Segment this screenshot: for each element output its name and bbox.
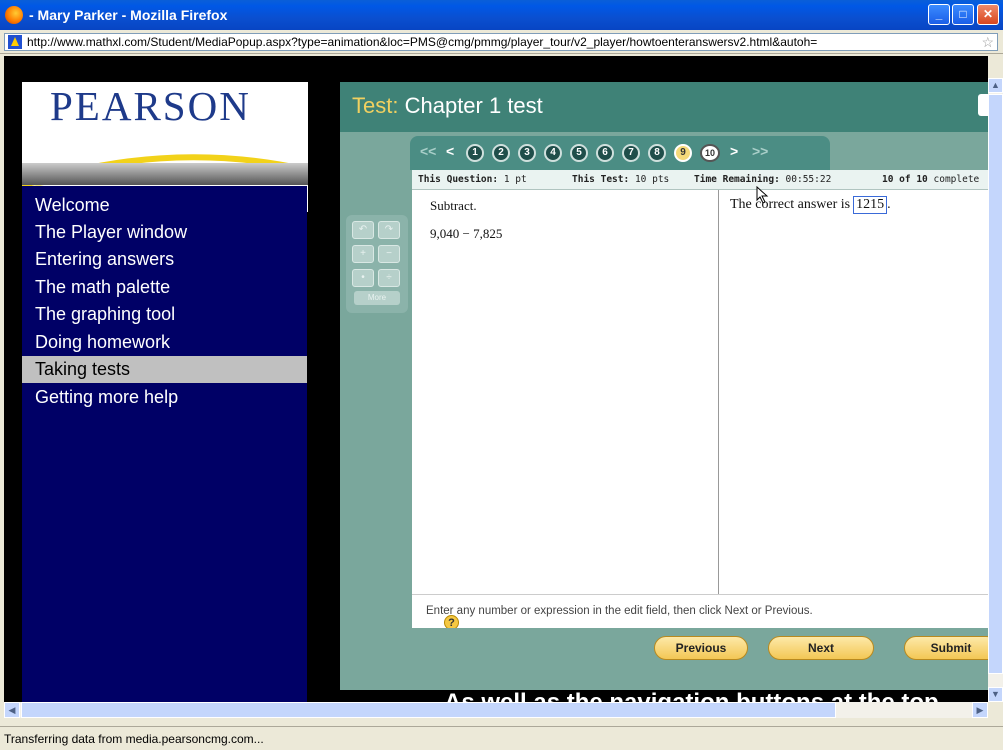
horizontal-scroll-thumb[interactable]	[21, 702, 836, 718]
question-nav: << < 1 2 3 4 5 6 7 8 9 10 > >>	[410, 136, 830, 170]
minimize-button[interactable]: _	[928, 4, 950, 25]
status-text: Transferring data from media.pearsoncmg.…	[4, 732, 264, 746]
close-button[interactable]: ✕	[977, 4, 999, 25]
dot-button[interactable]: •	[352, 269, 374, 287]
sidebar-item-taking-tests[interactable]: Taking tests	[22, 356, 307, 383]
question-5-button[interactable]: 5	[570, 144, 588, 162]
redo-icon[interactable]: ↷	[378, 221, 400, 239]
bookmark-star-icon[interactable]: ☆	[981, 34, 994, 51]
sidebar-menu: Welcome The Player window Entering answe…	[22, 186, 307, 702]
sidebar-item-doing-homework[interactable]: Doing homework	[22, 329, 307, 356]
time-remaining-label: Time Remaining:	[694, 174, 780, 185]
hint-text: Enter any number or expression in the ed…	[426, 605, 813, 617]
question-divider	[718, 190, 719, 594]
question-points: 1 pt	[503, 174, 527, 185]
answer-text: The correct answer is 1215.	[730, 196, 891, 214]
address-bar: http://www.mathxl.com/Student/MediaPopup…	[0, 30, 1003, 54]
sidebar-item-player-window[interactable]: The Player window	[22, 219, 307, 246]
question-7-button[interactable]: 7	[622, 144, 640, 162]
site-favicon-icon	[8, 35, 22, 49]
minus-button[interactable]: −	[378, 245, 400, 263]
question-2-button[interactable]: 2	[492, 144, 510, 162]
plus-button[interactable]: +	[352, 245, 374, 263]
test-points: 10 pts	[634, 174, 670, 185]
sidebar-item-math-palette[interactable]: The math palette	[22, 274, 307, 301]
scroll-down-icon[interactable]: ▼	[988, 687, 1003, 702]
hint-bar: Enter any number or expression in the ed…	[412, 594, 988, 630]
test-info-bar: This Question: 1 pt This Test: 10 pts Ti…	[412, 170, 988, 190]
url-field[interactable]: http://www.mathxl.com/Student/MediaPopup…	[4, 33, 998, 51]
status-bar: Transferring data from media.pearsoncmg.…	[0, 726, 1003, 750]
scroll-right-icon[interactable]: ▶	[972, 702, 988, 718]
progress-count: 10 of 10	[882, 174, 928, 185]
question-1-button[interactable]: 1	[466, 144, 484, 162]
horizontal-scrollbar[interactable]: ◀ ▶	[4, 702, 988, 718]
question-9-button[interactable]: 9	[674, 144, 692, 162]
question-instruction: Subtract.	[430, 198, 477, 213]
sidebar-item-welcome[interactable]: Welcome	[22, 192, 307, 219]
logo-text: PEARSON	[50, 83, 251, 129]
url-text[interactable]: http://www.mathxl.com/Student/MediaPopup…	[27, 35, 967, 49]
answer-suffix: .	[887, 197, 891, 212]
question-8-button[interactable]: 8	[648, 144, 666, 162]
page-content: PEARSON Welcome The Player window Enteri…	[4, 56, 988, 702]
maximize-button[interactable]: □	[952, 4, 974, 25]
previous-button[interactable]: Previous	[654, 636, 748, 660]
test-points-label: This Test:	[572, 174, 630, 185]
corner-button[interactable]	[978, 94, 988, 116]
scroll-up-icon[interactable]: ▲	[988, 78, 1003, 93]
question-points-label: This Question:	[418, 174, 499, 185]
page-title: Test: Chapter 1 test	[352, 93, 543, 119]
action-buttons: Previous Next Submit	[412, 628, 988, 676]
time-remaining: 00:55:22	[785, 174, 832, 185]
progress-label: complete	[933, 174, 980, 185]
prev-question-button[interactable]: <	[446, 143, 454, 159]
math-palette: ↶ ↷ + − • ÷ More	[346, 215, 408, 313]
vertical-scroll-thumb[interactable]	[988, 94, 1003, 674]
next-question-button[interactable]: >	[730, 143, 738, 159]
answer-prefix: The correct answer is	[730, 197, 851, 212]
question-3-button[interactable]: 3	[518, 144, 536, 162]
vertical-scrollbar[interactable]: ▲ ▼	[988, 78, 1003, 702]
first-question-button[interactable]: <<	[420, 143, 436, 159]
test-label: Test:	[352, 93, 399, 118]
firefox-icon	[5, 6, 23, 24]
mouse-cursor-icon	[756, 186, 769, 204]
window-title: - Mary Parker - Mozilla Firefox	[29, 7, 228, 23]
question-area: This Question: 1 pt This Test: 10 pts Ti…	[412, 170, 988, 676]
next-button[interactable]: Next	[768, 636, 874, 660]
divide-button[interactable]: ÷	[378, 269, 400, 287]
test-header: Test: Chapter 1 test	[340, 82, 988, 132]
sidebar-item-entering-answers[interactable]: Entering answers	[22, 246, 307, 273]
more-button[interactable]: More	[354, 291, 400, 305]
undo-icon[interactable]: ↶	[352, 221, 374, 239]
question-expression: 9,040 − 7,825	[430, 226, 503, 241]
question-10-button[interactable]: 10	[700, 144, 720, 162]
answer-input[interactable]: 1215	[853, 196, 888, 214]
test-name: Chapter 1 test	[404, 93, 543, 118]
submit-button[interactable]: Submit	[904, 636, 988, 660]
sidebar-item-graphing-tool[interactable]: The graphing tool	[22, 301, 307, 328]
test-player: Test: Chapter 1 test << < 1 2 3 4 5 6 7 …	[340, 82, 988, 690]
last-question-button[interactable]: >>	[752, 143, 768, 159]
scroll-left-icon[interactable]: ◀	[4, 702, 20, 718]
sidebar-item-getting-more-help[interactable]: Getting more help	[22, 384, 307, 411]
question-6-button[interactable]: 6	[596, 144, 614, 162]
logo-divider	[22, 163, 308, 185]
question-4-button[interactable]: 4	[544, 144, 562, 162]
window-titlebar: - Mary Parker - Mozilla Firefox _ □ ✕	[0, 0, 1003, 30]
tour-caption: As well as the navigation buttons at the…	[444, 688, 939, 702]
